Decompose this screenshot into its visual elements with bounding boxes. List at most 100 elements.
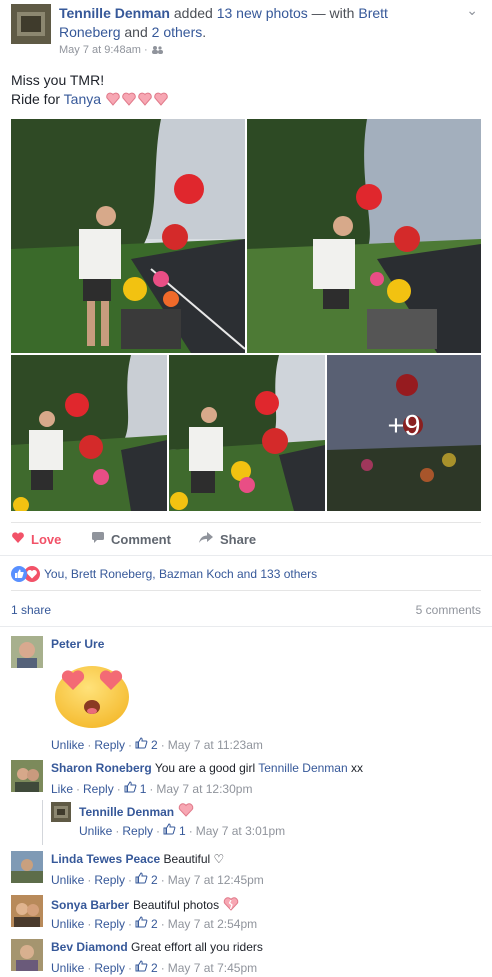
photo-1-image [11,119,245,353]
unlike-link[interactable]: Unlike [51,873,84,887]
thumbs-up-icon[interactable] [135,916,151,931]
post-card: Tennille Denman added 13 new photos — wi… [0,0,492,977]
thumbs-up-icon[interactable] [135,960,151,975]
commenter-name[interactable]: Linda Tewes Peace [51,852,160,866]
comments-count[interactable]: 5 comments [416,603,481,617]
author-avatar[interactable] [11,4,51,44]
reactions-summary[interactable]: You, Brett Roneberg, Bazman Koch and 133… [11,566,317,582]
unlike-link[interactable]: Unlike [79,824,112,838]
reply-link[interactable]: Reply [122,824,153,838]
comment-button[interactable]: Comment [91,531,171,547]
share-button[interactable]: Share [198,531,256,547]
reply-thread-line [42,800,43,845]
commenter-avatar[interactable] [11,939,43,971]
others-link[interactable]: 2 others [152,24,203,40]
divider [11,522,481,523]
reply-link[interactable]: Reply [94,917,125,931]
friends-audience-icon[interactable] [151,44,163,56]
thumbs-up-icon[interactable] [135,872,151,887]
shares-count[interactable]: 1 share [11,603,51,617]
share-arrow-icon [198,531,214,547]
comment-text: Beautiful photos [133,898,220,912]
comment-timestamp[interactable]: May 7 at 12:30pm [156,782,252,796]
comment-controls: Unlike · Reply · 2 · May 7 at 12:45pm [51,872,264,887]
photo-3-image [11,355,167,511]
thumbs-up-icon[interactable] [124,781,140,796]
photo-3[interactable] [11,355,167,511]
comment-text: Great effort all you riders [131,940,263,954]
avatar-image [11,851,43,883]
comment-text: Beautiful ♡ [163,852,225,866]
unlike-link[interactable]: Unlike [51,917,84,931]
comment-like-count[interactable]: 2 [151,961,158,975]
heart-emoji-icon [178,802,194,822]
reply-link[interactable]: Reply [94,961,125,975]
comment-timestamp[interactable]: May 7 at 2:54pm [168,917,257,931]
broken-heart-emoji-icon [223,896,239,914]
comment-controls: Unlike · Reply · 2 · May 7 at 11:23am [51,737,263,752]
comment-like-count[interactable]: 2 [151,873,158,887]
comment-controls: Like · Reply · 1 · May 7 at 12:30pm [51,781,253,796]
comment-like-count[interactable]: 2 [151,917,158,931]
commenter-avatar[interactable] [11,760,43,792]
photo-4[interactable] [169,355,325,511]
post-timestamp[interactable]: May 7 at 9:48am [59,44,141,56]
post-header-text: Tennille Denman added 13 new photos — wi… [59,5,388,40]
comment-text-suffix: xx [350,761,363,775]
commenter-name[interactable]: Bev Diamond [51,940,128,954]
commenter-name[interactable]: Sharon Roneberg [51,761,152,775]
comment-icon [91,531,105,547]
comment-like-count[interactable]: 1 [179,824,186,838]
commenter-avatar[interactable] [11,895,43,927]
comment-controls: Unlike · Reply · 1 · May 7 at 3:01pm [79,823,286,838]
photo-2[interactable] [247,119,481,353]
like-reaction-icon [11,566,27,582]
comment-timestamp[interactable]: May 7 at 12:45pm [168,873,264,887]
avatar-image [11,895,43,927]
commenter-avatar[interactable] [11,636,43,668]
heart-icon [11,531,25,547]
divider [0,555,492,556]
heart-eyes-emoji-icon [51,660,133,735]
avatar-image [11,636,43,668]
comment-like-count[interactable]: 2 [151,738,158,752]
more-photos-count: +9 [387,410,421,442]
divider [0,626,492,627]
comment-controls: Unlike · Reply · 2 · May 7 at 7:45pm [51,960,258,975]
avatar-image [11,939,43,971]
post-options-chevron-icon[interactable]: ⌄ [466,2,478,19]
avatar-image [11,760,43,792]
reply-link[interactable]: Reply [83,782,114,796]
photo-5-more[interactable]: +9 [327,355,481,511]
unlike-link[interactable]: Unlike [51,738,84,752]
like-link[interactable]: Like [51,782,73,796]
post-message: Miss you TMR! Ride for Tanya [11,71,169,112]
avatar-image [11,4,51,44]
comment-like-count[interactable]: 1 [140,782,147,796]
post-meta: May 7 at 9:48am · [59,44,163,56]
author-name[interactable]: Tennille Denman [59,5,170,21]
commenter-name[interactable]: Peter Ure [51,637,104,651]
commenter-name[interactable]: Tennille Denman [79,805,174,819]
divider [11,590,481,591]
thumbs-up-icon[interactable] [135,737,151,752]
avatar-image [51,802,71,822]
comment-timestamp[interactable]: May 7 at 11:23am [168,738,263,752]
love-button[interactable]: Love [11,531,61,547]
photos-link[interactable]: 13 new photos [217,5,308,21]
hearts-emoji-icon [105,91,169,112]
thumbs-up-icon[interactable] [163,823,179,838]
commenter-name[interactable]: Sonya Barber [51,898,129,912]
tanya-link[interactable]: Tanya [64,91,101,107]
photo-2-image [247,119,481,353]
commenter-avatar[interactable] [11,851,43,883]
reply-link[interactable]: Reply [94,738,125,752]
post-line-1: Miss you TMR! [11,72,105,88]
commenter-avatar[interactable] [51,802,71,822]
mention-link[interactable]: Tennille Denman [258,761,347,775]
unlike-link[interactable]: Unlike [51,961,84,975]
comment-timestamp[interactable]: May 7 at 3:01pm [196,824,285,838]
comment-timestamp[interactable]: May 7 at 7:45pm [168,961,257,975]
reply-link[interactable]: Reply [94,873,125,887]
photo-1[interactable] [11,119,245,353]
